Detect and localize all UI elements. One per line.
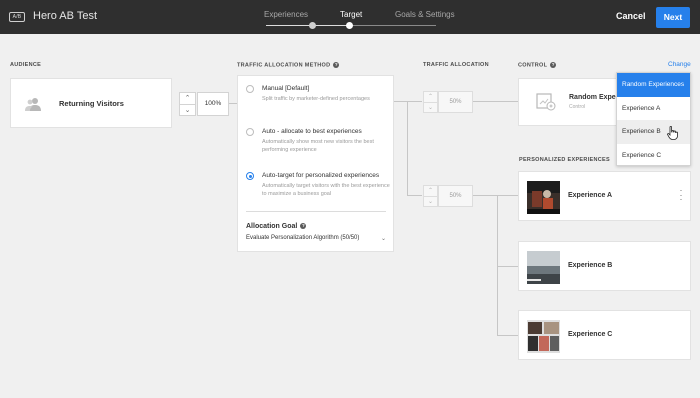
connector [407, 101, 408, 196]
connector [473, 101, 518, 102]
audience-name: Returning Visitors [59, 99, 124, 108]
chevron-up-icon: ⌃ [427, 188, 434, 194]
connector [497, 195, 498, 335]
option-title: Manual [Default] [262, 85, 310, 92]
ab-test-icon: A/B [9, 12, 25, 22]
top-bar: A/B Hero AB Test Experiences Target Goal… [0, 0, 700, 34]
dropdown-item-experience-b[interactable]: Experience B [617, 120, 690, 144]
control-experience-dropdown[interactable]: Random Experiences Experience A Experien… [616, 72, 691, 166]
control-heading: CONTROL? [518, 62, 557, 69]
step-goals-settings[interactable]: Goals & Settings [395, 10, 455, 19]
cancel-button[interactable]: Cancel [616, 11, 646, 21]
option-description: Split traffic by marketer-defined percen… [262, 96, 370, 102]
experience-thumbnail [527, 251, 560, 284]
option-description: Automatically show most new visitors the… [262, 139, 374, 153]
control-card[interactable]: Random Experiences Control [518, 78, 640, 126]
chevron-up-icon: ⌃ [427, 94, 434, 100]
personalized-heading: PERSONALIZED EXPERIENCES [519, 157, 610, 163]
audience-card[interactable]: Returning Visitors [10, 78, 172, 128]
control-experience-sub: Control [569, 104, 586, 110]
allocation-method-card: Manual [Default] Split traffic by market… [237, 75, 394, 252]
experience-name: Experience B [568, 262, 613, 269]
help-icon[interactable]: ? [333, 62, 340, 68]
chevron-down-icon: ⌄ [424, 102, 437, 112]
control-heading-text: CONTROL [518, 62, 548, 69]
dropdown-item-experience-c[interactable]: Experience C [617, 144, 690, 168]
experience-placeholder-icon [536, 93, 556, 116]
traffic-allocation-heading: TRAFFIC ALLOCATION [423, 62, 489, 68]
allocation-goal-text: Allocation Goal [246, 223, 298, 230]
experience-card-c[interactable]: Experience C [518, 310, 691, 360]
step-target[interactable]: Target [340, 10, 362, 19]
allocation-goal-value: Evaluate Personalization Algorithm (50/5… [246, 235, 360, 241]
audience-traffic-input[interactable]: 100% [197, 92, 229, 116]
divider [246, 211, 386, 212]
change-link[interactable]: Change [668, 61, 691, 68]
progress-line-complete [266, 25, 348, 26]
chevron-down-icon: ⌄ [380, 236, 386, 242]
hand-pointer-icon [667, 126, 679, 145]
step-experiences[interactable]: Experiences [264, 10, 308, 19]
connector [497, 335, 518, 336]
connector [229, 103, 237, 104]
help-icon[interactable]: ? [550, 62, 557, 68]
progress-line-remaining [350, 25, 436, 26]
audience-heading: AUDIENCE [10, 62, 42, 68]
connector [407, 195, 422, 196]
progress-dot-experiences [309, 22, 316, 29]
allocation-goal-select[interactable]: Evaluate Personalization Algorithm (50/5… [246, 235, 386, 245]
method-heading-text: TRAFFIC ALLOCATION METHOD [237, 62, 331, 69]
personalized-traffic-stepper: ⌃ ⌄ [423, 185, 438, 207]
connector [497, 266, 518, 267]
help-icon[interactable]: ? [300, 223, 307, 230]
chevron-up-icon[interactable]: ⌃ [180, 93, 195, 104]
experience-thumbnail [527, 181, 560, 214]
radio-button[interactable] [246, 85, 254, 93]
radio-button-selected[interactable] [246, 172, 254, 180]
chevron-down-icon: ⌄ [424, 196, 437, 206]
method-heading: TRAFFIC ALLOCATION METHOD? [237, 62, 340, 69]
experience-name: Experience A [568, 192, 613, 199]
connector [497, 195, 518, 196]
control-traffic-input: 50% [438, 91, 473, 113]
personalized-traffic-input: 50% [438, 185, 473, 207]
audience-traffic-stepper[interactable]: ⌃ ⌄ [179, 92, 196, 116]
dropdown-item-experience-a[interactable]: Experience A [617, 97, 690, 121]
connector [473, 195, 497, 196]
option-title: Auto-target for personalized experiences [262, 172, 380, 179]
option-title: Auto - allocate to best experiences [262, 128, 362, 135]
chevron-down-icon[interactable]: ⌄ [180, 104, 195, 115]
allocation-goal-label: Allocation Goal? [246, 223, 307, 230]
activity-title[interactable]: Hero AB Test [33, 10, 97, 22]
more-options-icon[interactable]: · · · [678, 186, 684, 204]
option-description: Automatically target visitors with the b… [262, 183, 390, 197]
experience-thumbnail [527, 320, 560, 353]
progress-dot-target [346, 22, 353, 29]
experience-name: Experience C [568, 331, 613, 338]
radio-button[interactable] [246, 128, 254, 136]
experience-card-a[interactable]: Experience A · · · [518, 171, 691, 221]
experience-card-b[interactable]: Experience B [518, 241, 691, 291]
users-icon [25, 97, 41, 116]
control-traffic-stepper: ⌃ ⌄ [423, 91, 438, 113]
connector [394, 101, 422, 102]
next-button[interactable]: Next [656, 7, 690, 28]
dropdown-item-random-experiences[interactable]: Random Experiences [617, 73, 690, 97]
